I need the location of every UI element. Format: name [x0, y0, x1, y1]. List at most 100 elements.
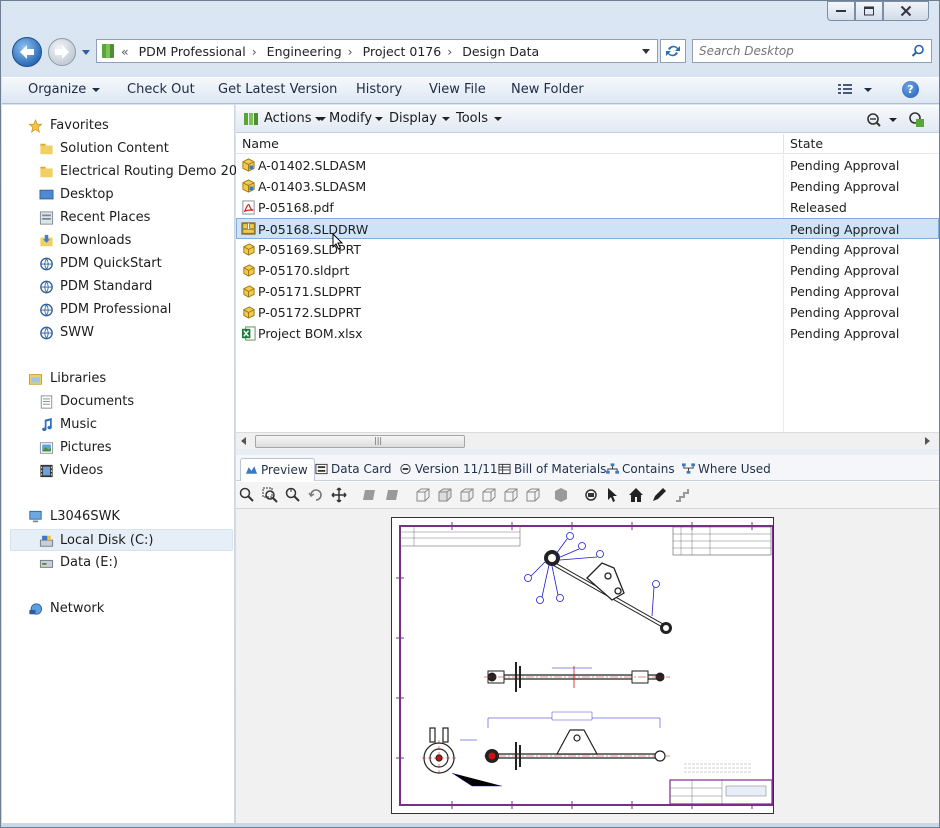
breadcrumb-separator[interactable]: › [252, 44, 257, 59]
sidebar-item-downloads[interactable]: Downloads [2, 230, 233, 252]
view-front-icon[interactable] [361, 487, 377, 503]
table-row[interactable]: P-05172.SLDPRT Pending Approval [236, 302, 939, 323]
zoom-area-icon[interactable] [262, 487, 278, 503]
tab-version[interactable]: Version 11/11 [395, 458, 498, 481]
view-file-button[interactable]: View File [429, 82, 486, 97]
sidebar-item-videos[interactable]: Videos [2, 460, 233, 482]
history-button[interactable]: History [356, 82, 402, 97]
sidebar-item-pictures[interactable]: Pictures [2, 437, 233, 459]
back-button[interactable] [12, 37, 42, 67]
tab-where-used[interactable]: Where Used [678, 458, 771, 481]
sidebar-item-pdm-professional[interactable]: PDM Professional [2, 299, 233, 321]
rotate-icon[interactable] [308, 487, 324, 503]
tab-bill-of-materials[interactable]: Bill of Materials [494, 458, 606, 481]
breadcrumb-overflow[interactable]: « [121, 44, 129, 59]
breadcrumb-item[interactable]: PDM Professional [139, 44, 246, 59]
sidebar-item-pdm-quickstart[interactable]: PDM QuickStart [2, 253, 233, 275]
breadcrumb-item[interactable]: Engineering [267, 44, 342, 59]
computer-group[interactable]: L3046SWK [2, 506, 233, 528]
table-row[interactable]: P-05168.pdf Released [236, 197, 939, 218]
view-trimetric-icon[interactable] [525, 487, 541, 503]
measure-icon[interactable] [583, 487, 599, 503]
sidebar-item-data-drive[interactable]: Data (E:) [2, 552, 233, 574]
recent-pages-dropdown[interactable] [81, 47, 91, 57]
maximize-button[interactable] [855, 1, 883, 21]
tools-menu[interactable]: Tools [442, 111, 503, 126]
address-bar[interactable]: « PDM Professional › Engineering › Project… [96, 39, 658, 63]
refresh-button[interactable] [660, 39, 686, 63]
scroll-left-icon[interactable] [241, 437, 246, 445]
zoom-to-fit-icon[interactable] [239, 487, 255, 503]
select-pointer-icon[interactable] [605, 487, 621, 503]
view-back-icon[interactable] [384, 487, 400, 503]
tab-contains[interactable]: Contains [602, 458, 675, 481]
display-menu[interactable]: Display [375, 111, 437, 126]
part-icon [243, 306, 255, 319]
new-folder-button[interactable]: New Folder [511, 82, 584, 97]
sidebar-item-recent-places[interactable]: Recent Places [2, 207, 233, 229]
drive-icon [39, 535, 54, 547]
breadcrumb-separator[interactable]: › [447, 44, 452, 59]
pdm-toolbar: Actions Modify Display Tools [236, 106, 939, 133]
search-input[interactable] [693, 40, 893, 62]
scrollbar-thumb[interactable]: ||| [255, 435, 465, 448]
display-label: Display [389, 111, 437, 126]
sidebar-item-pdm-standard[interactable]: PDM Standard [2, 276, 233, 298]
assembly-icon [242, 158, 255, 172]
forward-button[interactable] [48, 38, 76, 66]
tab-preview[interactable]: Preview [240, 458, 315, 481]
drawing-preview[interactable] [236, 509, 939, 823]
help-icon[interactable]: ? [902, 81, 919, 98]
sidebar-item-electrical-routing[interactable]: Electrical Routing Demo 2008 [2, 161, 254, 183]
column-header-state[interactable]: State [790, 136, 823, 151]
search-icon[interactable] [911, 44, 925, 58]
column-divider[interactable] [783, 134, 784, 154]
horizontal-scrollbar[interactable]: ||| [236, 432, 939, 449]
sidebar-item-desktop[interactable]: Desktop [2, 184, 233, 206]
organize-menu[interactable]: Organize [28, 82, 101, 97]
breadcrumb-item[interactable]: Design Data [462, 44, 539, 59]
view-right-icon[interactable] [481, 487, 497, 503]
view-bottom-icon[interactable] [437, 487, 453, 503]
breadcrumb-separator[interactable]: › [348, 44, 353, 59]
view-options-icon[interactable] [838, 83, 874, 97]
view-iso-icon[interactable] [503, 487, 519, 503]
favorites-group[interactable]: Favorites [2, 115, 233, 137]
assembly-icon [242, 179, 255, 193]
animate-icon[interactable] [674, 487, 690, 503]
search-box[interactable] [692, 39, 932, 63]
check-out-button[interactable]: Check Out [127, 82, 195, 97]
network-group[interactable]: Network [2, 598, 233, 620]
chevron-down-icon[interactable] [641, 48, 651, 56]
table-row[interactable]: P-05170.sldprt Pending Approval [236, 260, 939, 281]
shaded-view-icon[interactable] [553, 487, 569, 503]
file-state: Pending Approval [790, 263, 900, 278]
sidebar-item-local-disk[interactable]: Local Disk (C:) [10, 529, 233, 551]
table-row[interactable]: P-05171.SLDPRT Pending Approval [236, 281, 939, 302]
view-top-icon[interactable] [415, 487, 431, 503]
vault-settings-icon[interactable] [908, 111, 926, 129]
pan-icon[interactable] [331, 487, 347, 503]
view-left-icon[interactable] [459, 487, 475, 503]
markup-pen-icon[interactable] [651, 487, 667, 503]
table-row[interactable]: A-01403.SLDASM Pending Approval [236, 176, 939, 197]
zoom-in-out-icon[interactable] [285, 487, 301, 503]
search-vault-icon[interactable] [866, 112, 900, 128]
minimize-button[interactable] [827, 1, 855, 21]
get-latest-version-button[interactable]: Get Latest Version [218, 82, 337, 97]
breadcrumb-item[interactable]: Project 0176 [363, 44, 442, 59]
tab-data-card[interactable]: Data Card [311, 458, 392, 481]
sidebar-item-music[interactable]: Music [2, 414, 233, 436]
sidebar-item-solution-content[interactable]: Solution Content [2, 138, 233, 160]
scroll-right-icon[interactable] [925, 437, 930, 445]
chevron-down-icon [494, 116, 503, 121]
sidebar-item-sww[interactable]: SWW [2, 322, 233, 344]
sidebar-item-documents[interactable]: Documents [2, 391, 233, 413]
modify-menu[interactable]: Modify [315, 111, 372, 126]
table-row[interactable]: Project BOM.xlsx Pending Approval [236, 323, 939, 344]
column-header-name[interactable]: Name [242, 136, 279, 151]
table-row[interactable]: A-01402.SLDASM Pending Approval [236, 155, 939, 176]
home-icon[interactable] [628, 487, 644, 503]
close-button[interactable] [883, 1, 929, 21]
libraries-group[interactable]: Libraries [2, 368, 233, 390]
